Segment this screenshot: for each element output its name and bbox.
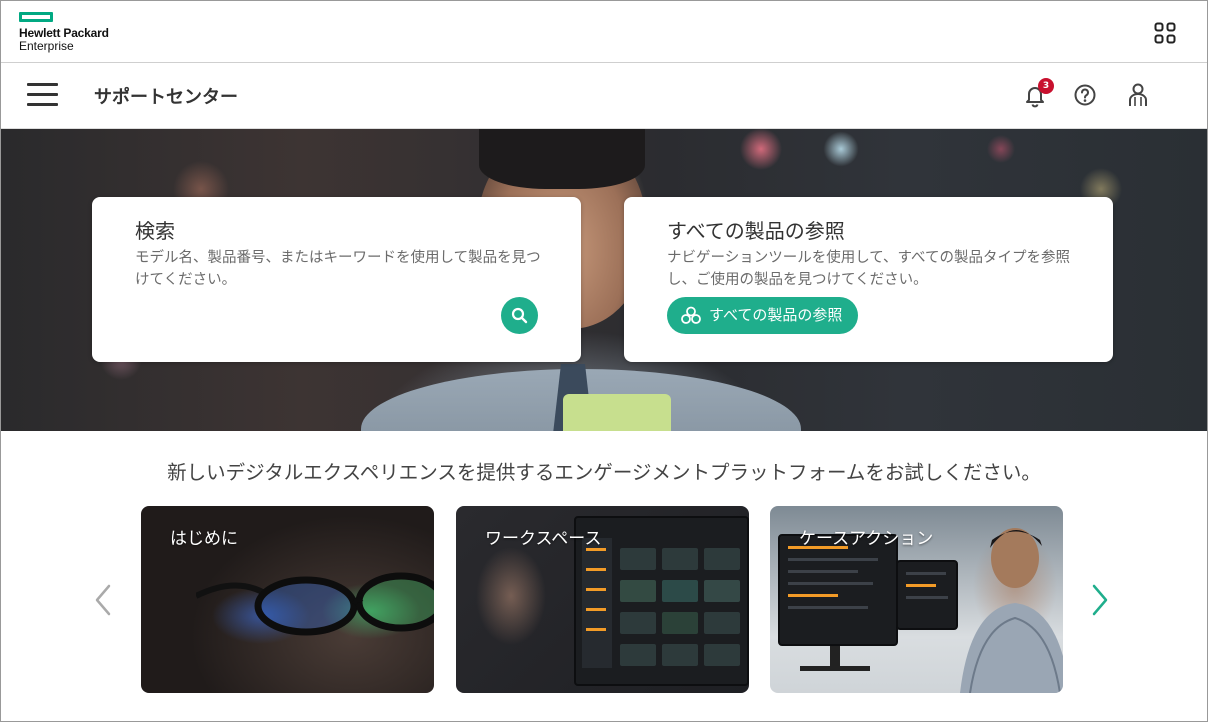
help-icon[interactable]: [1071, 81, 1099, 109]
browse-card: すべての製品の参照 ナビゲーションツールを使用して、すべての製品タイプを参照し、…: [624, 197, 1113, 362]
hpe-logo[interactable]: Hewlett Packard Enterprise: [19, 12, 129, 54]
hamburger-menu-icon[interactable]: [27, 83, 59, 109]
browse-card-title: すべての製品の参照: [667, 219, 845, 243]
cubes-icon: [681, 306, 701, 324]
search-card-title: 検索: [135, 219, 175, 243]
hero-phone: [563, 394, 671, 431]
glasses-illustration: [196, 572, 434, 636]
user-icon[interactable]: [1124, 81, 1152, 109]
page: Hewlett Packard Enterprise サポートセンター 3 検索…: [0, 0, 1208, 722]
tile-label: ワークスペース: [485, 529, 602, 549]
carousel-prev-chevron-left-icon[interactable]: [92, 583, 114, 617]
nav-bar: サポートセンター: [1, 63, 1207, 129]
tile-label: はじめに: [170, 529, 238, 549]
case-monitor-illustration: [778, 534, 898, 646]
browse-card-description: ナビゲーションツールを使用して、すべての製品タイプを参照し、ご使用の製品を見つけ…: [667, 250, 1070, 288]
page-title: サポートセンター: [94, 87, 238, 108]
apps-grid-icon[interactable]: [1154, 22, 1176, 44]
carousel-tile-case-actions[interactable]: ケースアクション: [770, 506, 1063, 693]
search-input[interactable]: [135, 295, 485, 331]
browse-button-label: すべての製品の参照: [709, 306, 843, 324]
hero-banner: 検索 モデル名、製品番号、またはキーワードを使用して製品を見つけてください。 す…: [1, 129, 1207, 431]
search-icon: [511, 307, 528, 324]
person-illustration: [960, 528, 1063, 693]
hpe-logo-rectangle-icon: [19, 12, 53, 22]
carousel-tile-getting-started[interactable]: はじめに: [141, 506, 434, 693]
carousel-next-chevron-right-icon[interactable]: [1089, 583, 1111, 617]
hero-person-hair: [479, 129, 645, 189]
carousel-tile-workspace[interactable]: ワークスペース: [456, 506, 749, 693]
notification-badge[interactable]: 3: [1038, 78, 1054, 94]
search-button[interactable]: [501, 297, 538, 334]
search-card-description: モデル名、製品番号、またはキーワードを使用して製品を見つけてください。: [135, 250, 541, 288]
tile-label: ケースアクション: [799, 529, 934, 549]
brand-bar: Hewlett Packard Enterprise: [1, 1, 1207, 63]
logo-text-line2: Enterprise: [19, 39, 74, 53]
case-monitor-small-illustration: [896, 560, 958, 630]
promo-heading: 新しいデジタルエクスペリエンスを提供するエンゲージメントプラットフォームをお試し…: [167, 461, 1041, 484]
search-card: 検索 モデル名、製品番号、またはキーワードを使用して製品を見つけてください。: [92, 197, 581, 362]
browse-all-products-button[interactable]: すべての製品の参照: [667, 297, 859, 334]
